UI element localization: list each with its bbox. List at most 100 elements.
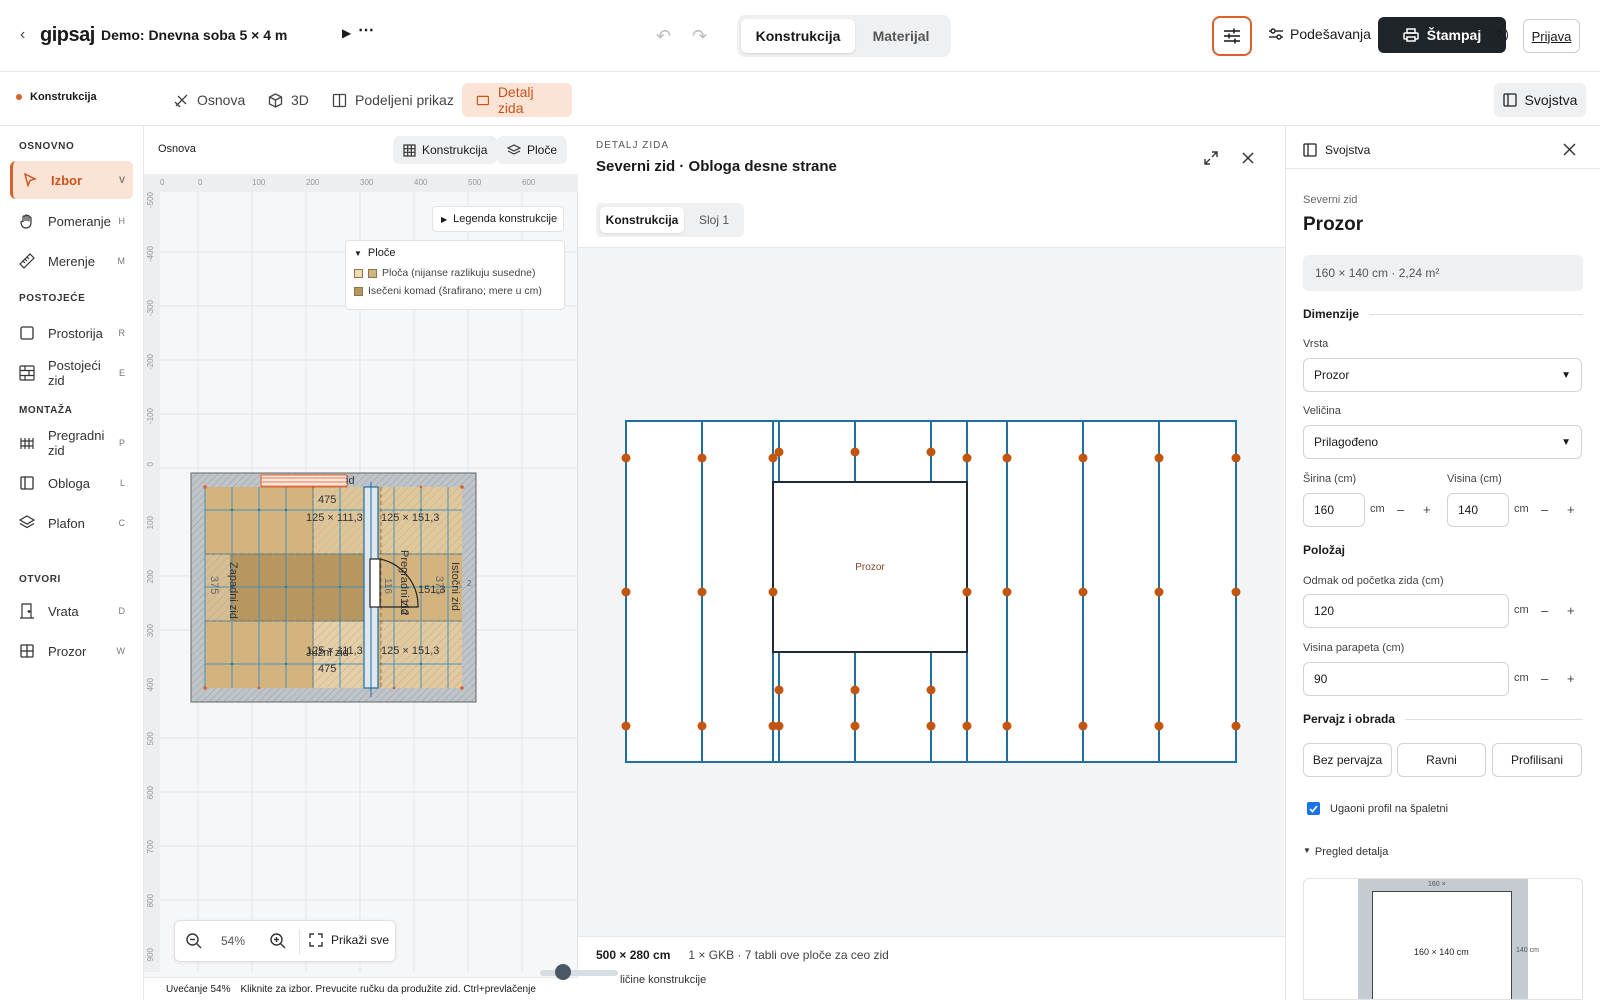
login-button[interactable]: Prijava [1523, 19, 1580, 53]
check-icon [1309, 804, 1318, 813]
detail-tab-layer-1[interactable]: Sloj 1 [686, 207, 742, 233]
swatch-cut [354, 286, 363, 296]
detail-preview: 160 × 160 × 140 cm 140 cm [1303, 878, 1583, 1000]
tool-select-label: Izbor [51, 172, 83, 188]
tool-room[interactable]: Prostorija R [10, 314, 133, 352]
tool-ceiling[interactable]: Plafon C [10, 504, 133, 542]
trim-flat-button[interactable]: Ravni [1397, 743, 1486, 777]
app-logo: gipsaj [40, 24, 95, 46]
tool-room-key: R [118, 328, 126, 338]
ruler-top-tick: 0 [160, 178, 165, 187]
expand-icon[interactable] [1203, 150, 1219, 169]
tab-3d[interactable]: 3D [254, 83, 323, 117]
project-title[interactable]: Demo: Dnevna soba 5 × 4 m [101, 27, 287, 43]
height-increment[interactable]: + [1567, 502, 1575, 517]
preview-toggle[interactable]: ▼ Pregled detalja [1303, 846, 1388, 858]
construction-size-slider[interactable] [540, 970, 618, 976]
slider-knob[interactable] [555, 964, 571, 980]
offset-decrement[interactable]: – [1541, 603, 1548, 618]
caret-down-icon: ▼ [1303, 846, 1311, 855]
tool-select[interactable]: Izbor V [10, 161, 133, 199]
section-title: Konstrukcija [30, 91, 97, 103]
width-increment[interactable]: + [1423, 502, 1431, 517]
ruler-left-tick: 700 [146, 840, 155, 854]
fit-all-button[interactable]: Prikaži sve [309, 933, 389, 947]
construction-chip[interactable]: Konstrukcija [393, 136, 498, 164]
more-icon[interactable]: ⋯ [358, 20, 375, 40]
detail-tab-construction[interactable]: Konstrukcija [600, 207, 684, 233]
height-input[interactable]: 140 [1447, 493, 1509, 527]
boards-chip[interactable]: Ploče [497, 136, 568, 164]
preview-inner-label: 160 × 140 cm [1414, 947, 1469, 957]
element-summary: 160 × 140 cm · 2,24 m² [1303, 255, 1583, 291]
offset-input[interactable]: 120 [1303, 594, 1509, 628]
trim-none-button[interactable]: Bez pervajza [1303, 743, 1392, 777]
corner-profile-checkbox[interactable] [1307, 802, 1320, 815]
tab-split-view[interactable]: Podeljeni prikaz [318, 83, 468, 117]
legend-entry-board-label: Ploča (nijanse razlikuju susedne) [382, 267, 536, 279]
settings-sliders-icon [1269, 28, 1283, 40]
zoom-out-icon[interactable] [185, 932, 203, 953]
width-decrement[interactable]: – [1397, 502, 1404, 517]
construction-legend-toggle[interactable]: ▶ Legenda konstrukcije [432, 206, 564, 232]
play-icon[interactable]: ▶ [342, 26, 351, 40]
tool-partition-wall[interactable]: Pregradni zid P [10, 424, 133, 462]
sill-decrement[interactable]: – [1541, 671, 1548, 686]
layers-icon [14, 515, 40, 531]
tool-pan-key: H [118, 216, 126, 226]
settings-button[interactable]: Podešavanja [1268, 26, 1371, 42]
redo-icon[interactable]: ↷ [692, 26, 707, 47]
top-dim-label: 475 [318, 494, 336, 506]
boards-legend-header[interactable]: ▼ Ploče [354, 247, 556, 259]
size-select[interactable]: Prilagođeno ▼ [1303, 425, 1582, 459]
trim-profiled-button[interactable]: Profilisani [1492, 743, 1582, 777]
tool-measure[interactable]: Merenje M [10, 242, 133, 280]
back-chevron-icon[interactable]: ‹ [20, 26, 25, 44]
ruler-top-tick: 100 [252, 178, 266, 187]
detail-footer: 500 × 280 cm 1 × GKB · 7 tabli ove ploče… [596, 948, 889, 962]
trim-title: Pervajz i obrada [1303, 712, 1396, 726]
tool-existing-wall-key: E [118, 368, 125, 378]
width-input[interactable]: 160 [1303, 493, 1365, 527]
tool-door[interactable]: Vrata D [10, 592, 133, 630]
nav-section-assembly: MONTAŽA [19, 405, 73, 416]
mode-materijal[interactable]: Materijal [855, 19, 947, 53]
close-properties-icon[interactable] [1563, 143, 1576, 159]
sill-increment[interactable]: + [1567, 671, 1575, 686]
tab-3d-label: 3D [291, 92, 309, 108]
tool-existing-wall[interactable]: Postojeći zid E [10, 354, 133, 392]
zoom-divider [299, 929, 300, 955]
height-decrement[interactable]: – [1541, 502, 1548, 517]
printer-icon [1403, 28, 1419, 42]
ruler-top-tick: 400 [414, 178, 428, 187]
mode-konstrukcija[interactable]: Konstrukcija [741, 19, 855, 53]
undo-icon[interactable]: ↶ [656, 26, 671, 47]
tab-osnova[interactable]: Osnova [160, 83, 259, 117]
offset-increment[interactable]: + [1567, 603, 1575, 618]
left-dim-label: 375 [208, 576, 220, 594]
tool-pan-label: Pomeranje [48, 213, 111, 229]
south-wall-label: Južni zid [306, 647, 349, 659]
zoom-in-icon[interactable] [269, 932, 287, 953]
tool-window[interactable]: Prozor W [10, 632, 133, 670]
tab-wall-detail[interactable]: Detalj zida [462, 83, 572, 117]
tool-door-label: Vrata [48, 603, 79, 619]
tune-button[interactable] [1212, 16, 1252, 56]
settings-label: Podešavanja [1290, 26, 1371, 42]
nav-section-basic: OSNOVNO [19, 141, 75, 152]
close-detail-icon[interactable] [1241, 151, 1255, 168]
caret-right-icon: ▶ [441, 214, 448, 224]
sliders-icon [1224, 28, 1240, 44]
type-select[interactable]: Prozor ▼ [1303, 358, 1582, 392]
door-icon [14, 603, 40, 619]
tool-cladding[interactable]: Obloga L [10, 464, 133, 502]
ruler-left-tick: 100 [146, 516, 155, 530]
sill-input[interactable]: 90 [1303, 662, 1509, 696]
position-title: Položaj [1303, 543, 1346, 557]
properties-toggle-button[interactable]: Svojstva [1494, 83, 1586, 117]
tool-pan[interactable]: Pomeranje H [10, 202, 133, 240]
west-wall-label: Zapadni zid [227, 562, 239, 619]
detail-kicker: DETALJ ZIDA [596, 140, 670, 151]
print-button[interactable]: Štampaj [1378, 17, 1506, 53]
help-icon[interactable]: ? [1490, 26, 1508, 44]
